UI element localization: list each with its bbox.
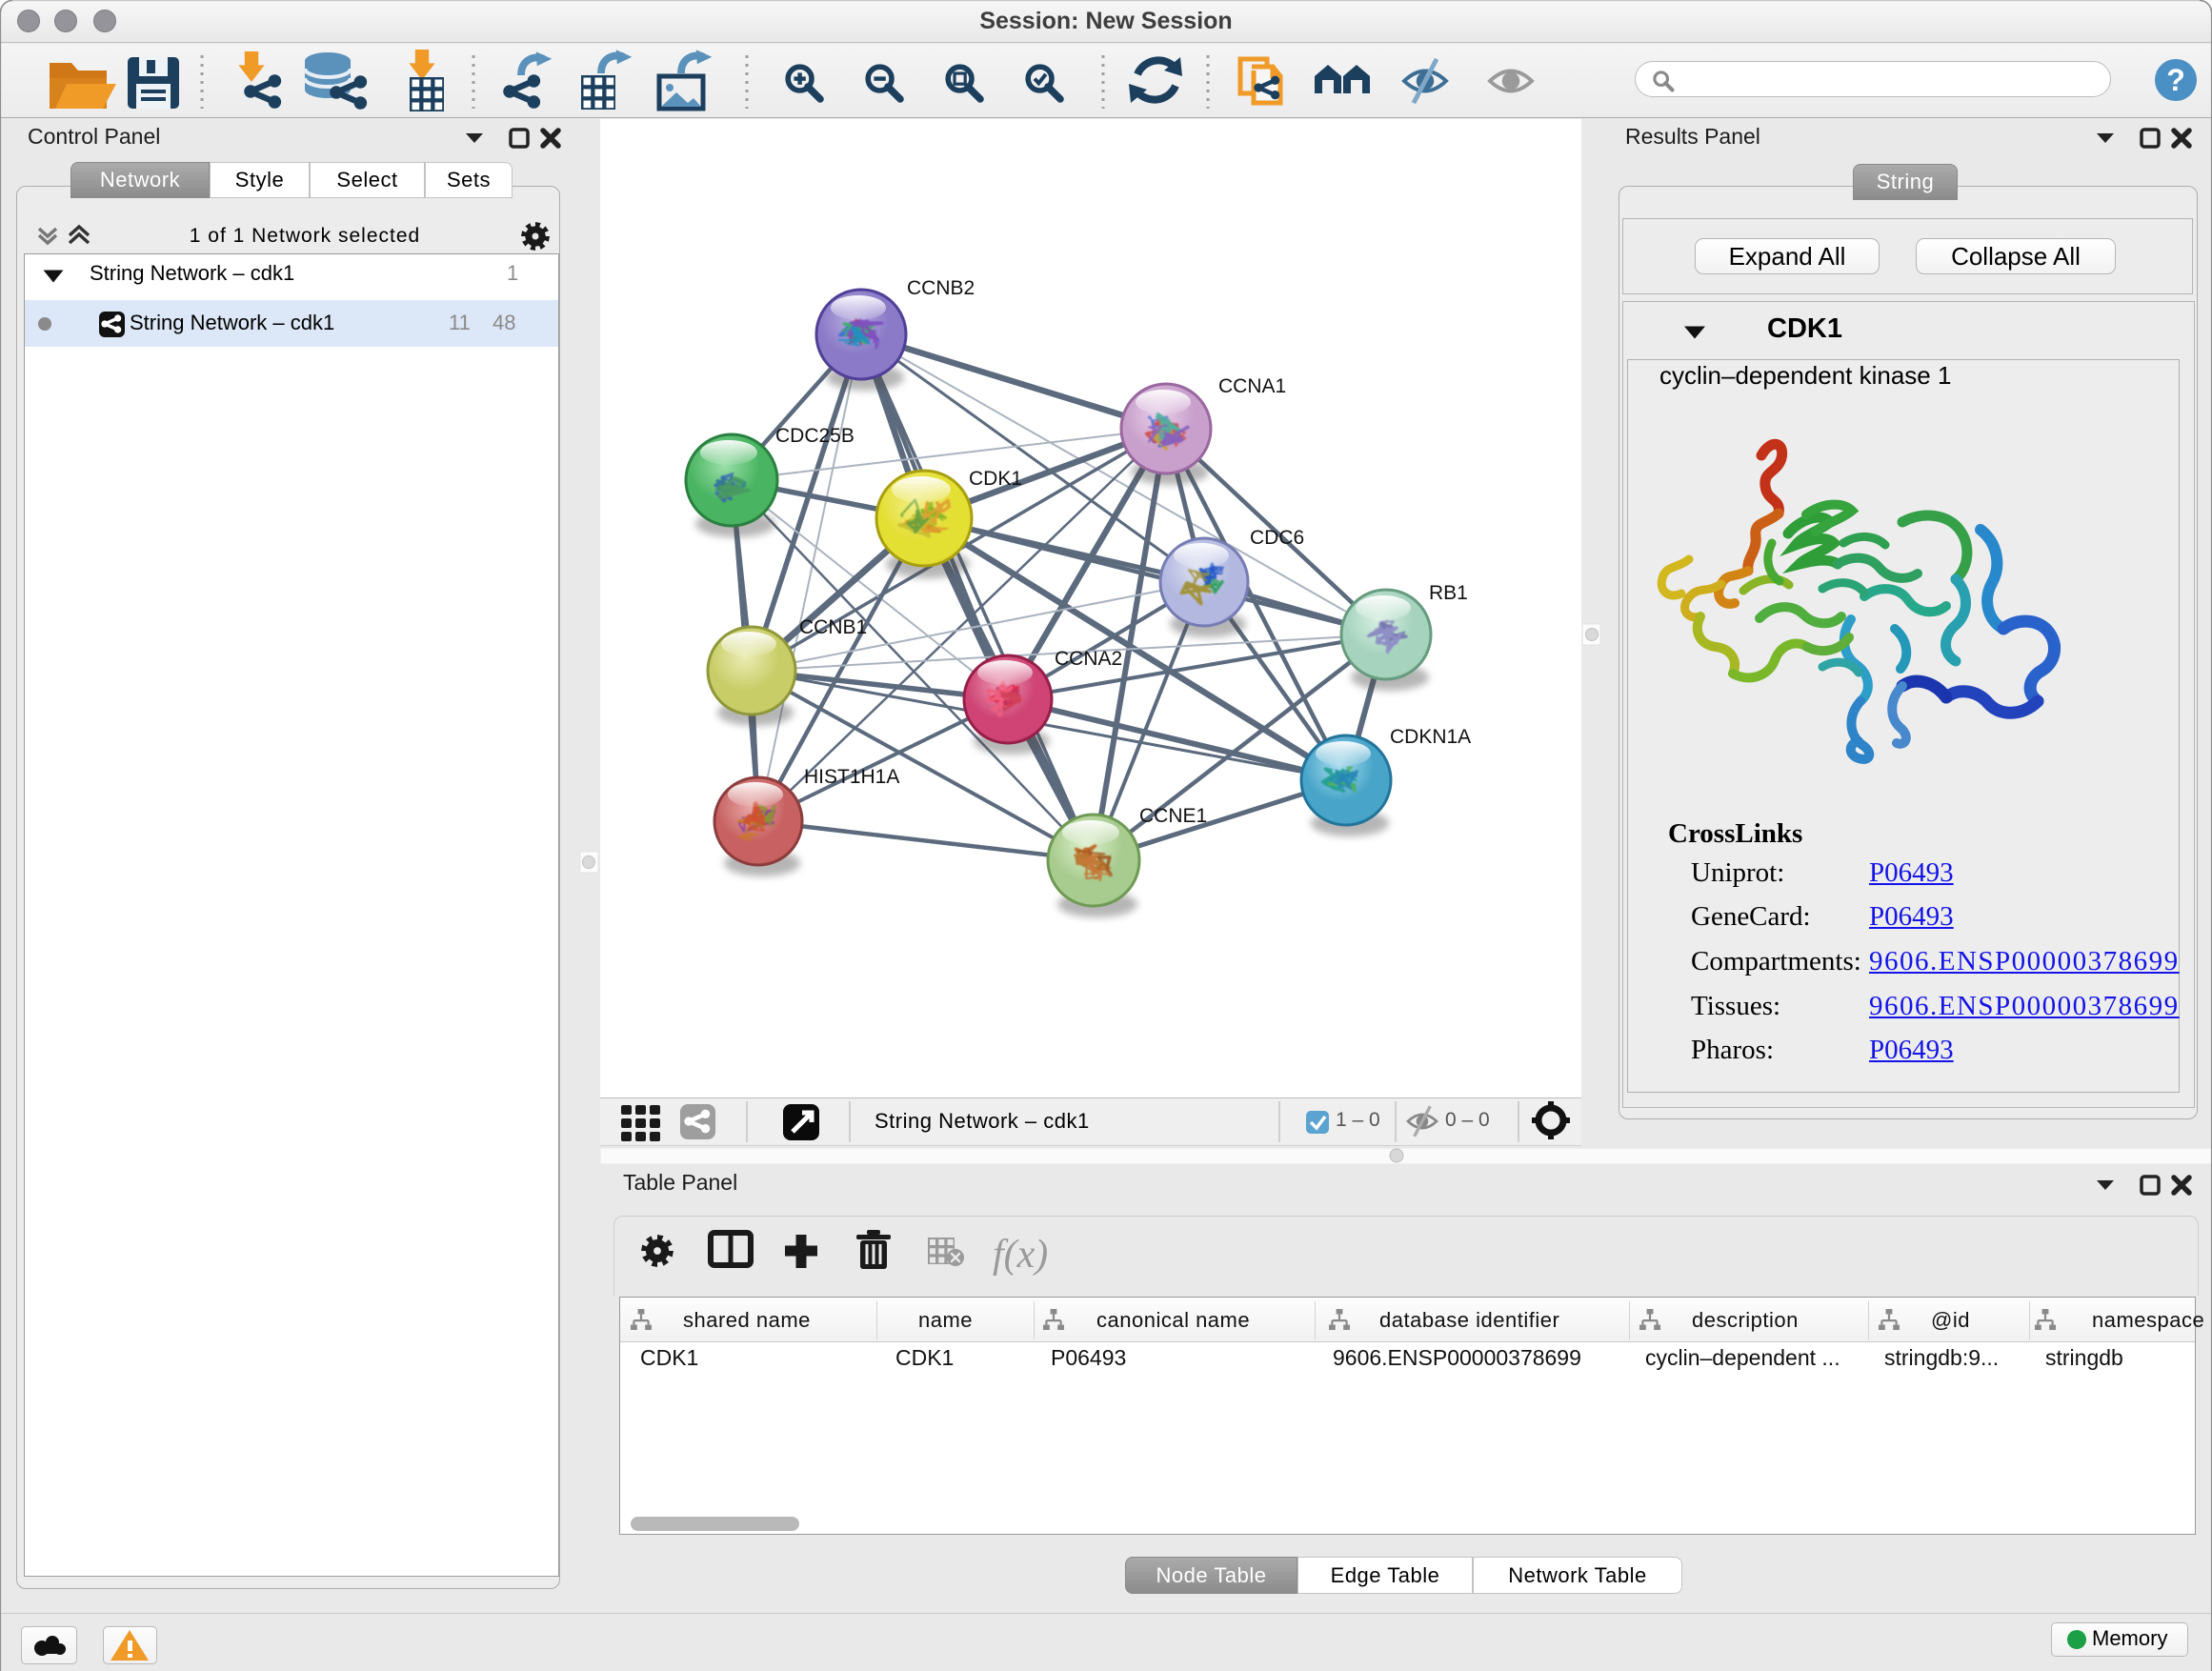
svg-text:?: ? [2166,63,2185,97]
svg-text:f(x): f(x) [993,1233,1048,1277]
